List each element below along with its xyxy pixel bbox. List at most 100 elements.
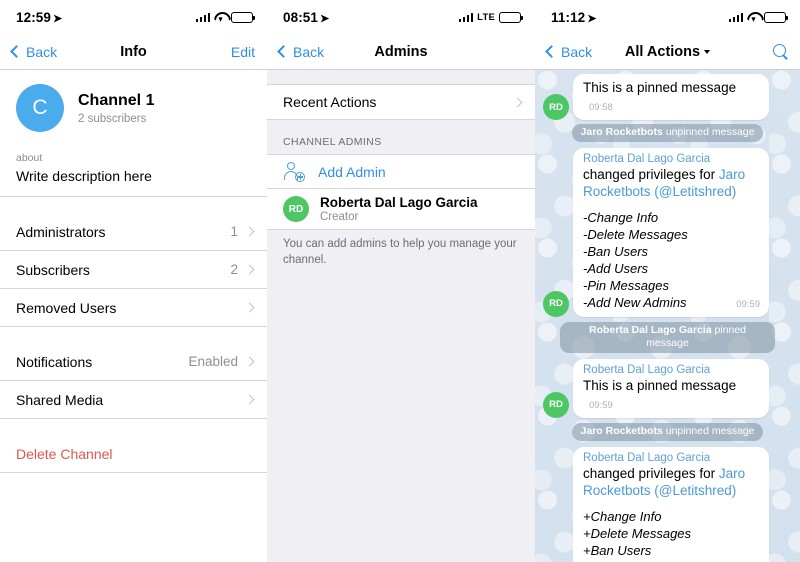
- message-row[interactable]: RD Roberta Dal Lago Garcia This is a pin…: [535, 358, 800, 418]
- list-item-admin[interactable]: RD Roberta Dal Lago Garcia Creator: [267, 188, 535, 229]
- sidebar-item-notifications[interactable]: Notifications Enabled: [0, 343, 267, 381]
- signal-bars-icon: [458, 12, 474, 22]
- message-link[interactable]: Jaro Rocketbots (@Letitshred): [583, 466, 745, 498]
- wifi-icon: [747, 12, 760, 22]
- signal-bars-icon: [728, 12, 743, 22]
- spacer: [267, 70, 535, 84]
- signal-bars-icon: [195, 12, 210, 22]
- message-row[interactable]: RD This is a pinned message 09:58: [535, 74, 800, 120]
- service-actor: Jaro Rocketbots: [580, 424, 663, 437]
- sidebar-item-removed-users[interactable]: Removed Users: [0, 289, 267, 327]
- message-time: 09:58: [589, 102, 613, 113]
- chevron-left-icon: [545, 45, 558, 58]
- avatar-initials: RD: [549, 101, 563, 113]
- nav-bar-1: Back Info Edit: [0, 34, 267, 70]
- message-author: Roberta Dal Lago Garcia: [583, 451, 711, 464]
- chevron-right-icon: [244, 302, 255, 313]
- avatar-initials: RD: [549, 399, 563, 411]
- privilege-item: -Delete Messages: [583, 226, 688, 242]
- service-actor: Jaro Rocketbots: [580, 126, 663, 138]
- privileges-list: +Change Info +Delete Messages +Ban Users…: [583, 508, 760, 562]
- message-text: changed privileges for Jaro Rocketbots (…: [583, 465, 746, 498]
- privilege-item: -Pin Messages: [583, 278, 669, 294]
- channel-profile[interactable]: C Channel 1 2 subscribers: [0, 70, 267, 148]
- row-accessory: 2: [230, 262, 255, 277]
- status-time: 12:59 ➤: [16, 10, 62, 25]
- chevron-left-icon: [277, 45, 290, 58]
- privilege-item: -Add Users: [583, 261, 649, 277]
- avatar: RD: [543, 94, 569, 120]
- message-text: This is a pinned message: [583, 80, 737, 95]
- sidebar-item-shared-media[interactable]: Shared Media: [0, 381, 267, 419]
- avatar: RD: [543, 391, 569, 418]
- add-admin-icon: [283, 161, 305, 182]
- back-button-1[interactable]: Back: [10, 43, 58, 60]
- row-accessory: [244, 302, 255, 313]
- message-link[interactable]: Jaro Rocketbots (@Letitshred): [583, 167, 745, 199]
- avatar-initials: RD: [549, 298, 563, 310]
- row-label: Administrators: [16, 223, 106, 240]
- message-author: Roberta Dal Lago Garcia: [583, 152, 711, 165]
- admin-role: Creator: [320, 211, 359, 223]
- back-label: Back: [561, 43, 593, 60]
- nav-bar-2: Back Admins: [267, 34, 535, 70]
- wifi-icon: [214, 12, 227, 22]
- search-icon: [773, 44, 788, 59]
- row-accessory: 1: [230, 224, 255, 239]
- subscriber-count: 2 subscribers: [78, 112, 147, 125]
- chevron-right-icon: [244, 264, 255, 275]
- avatar: C: [16, 84, 64, 132]
- search-button[interactable]: [773, 44, 788, 59]
- row-label: Removed Users: [16, 299, 117, 316]
- chevron-down-icon: [704, 49, 711, 54]
- chevron-right-icon: [244, 394, 255, 405]
- message-time: 09:59: [736, 299, 760, 311]
- avatar-initial: C: [32, 96, 48, 119]
- service-message: Roberta Dal Lago Garcia pinned message: [560, 321, 775, 353]
- message-bubble[interactable]: Roberta Dal Lago Garcia This is a pinned…: [573, 358, 769, 418]
- service-actor: Roberta Dal Lago Garcia: [589, 323, 712, 336]
- back-button-3[interactable]: Back: [545, 43, 593, 60]
- message-bubble[interactable]: Roberta Dal Lago Garcia changed privileg…: [573, 147, 769, 317]
- message-text: This is a pinned message: [583, 377, 737, 393]
- service-message-row: Jaro Rocketbots unpinned message: [535, 124, 800, 142]
- edit-button[interactable]: Edit: [231, 44, 255, 60]
- privilege-item: -Ban Users: [583, 243, 649, 259]
- location-arrow-icon: ➤: [53, 12, 63, 25]
- privileges-list: -Change Info -Delete Messages -Ban Users…: [583, 209, 760, 312]
- add-admin-button[interactable]: Add Admin: [267, 154, 535, 188]
- sidebar-item-administrators[interactable]: Administrators 1: [0, 213, 267, 251]
- delete-channel-button[interactable]: Delete Channel: [0, 435, 267, 473]
- message-row[interactable]: RD Roberta Dal Lago Garcia changed privi…: [535, 147, 800, 317]
- message-bubble[interactable]: Roberta Dal Lago Garcia changed privileg…: [573, 446, 769, 562]
- back-label: Back: [293, 43, 325, 60]
- status-bar-1: 12:59 ➤: [0, 0, 267, 34]
- back-label: Back: [26, 43, 58, 60]
- battery-icon: [231, 11, 255, 23]
- message-row[interactable]: RD Roberta Dal Lago Garcia changed privi…: [535, 446, 800, 562]
- page-title-text: All Actions: [624, 43, 701, 60]
- profile-text: Channel 1 2 subscribers: [78, 92, 154, 125]
- sidebar-item-recent-actions[interactable]: Recent Actions: [267, 84, 535, 120]
- row-accessory: Enabled: [188, 354, 255, 369]
- chevron-left-icon: [10, 45, 23, 58]
- about-section[interactable]: about Write description here: [0, 148, 267, 196]
- sidebar-item-subscribers[interactable]: Subscribers 2: [0, 251, 267, 289]
- message-author: Roberta Dal Lago Garcia: [583, 363, 711, 376]
- avatar: RD: [283, 196, 309, 222]
- admins-footer-note: You can add admins to help you manage yo…: [267, 229, 535, 279]
- empty-area: [267, 278, 535, 562]
- privilege-item: -Change Info: [583, 209, 659, 225]
- avatar: RD: [543, 290, 569, 317]
- status-indicators: [728, 11, 788, 23]
- row-label: Recent Actions: [283, 94, 377, 110]
- chat-log[interactable]: RD This is a pinned message 09:58 Jaro Ro…: [535, 70, 800, 562]
- panel-channel-info: 12:59 ➤ Back Info Edit C Channel 1 2 subs…: [0, 0, 267, 562]
- back-button-2[interactable]: Back: [277, 43, 325, 60]
- status-time: 11:12 ➤: [551, 10, 597, 25]
- service-message: Jaro Rocketbots unpinned message: [571, 422, 764, 441]
- spacer: [0, 327, 267, 343]
- message-bubble[interactable]: This is a pinned message 09:58: [573, 74, 769, 120]
- service-message-row: Roberta Dal Lago Garcia pinned message: [535, 321, 800, 353]
- privilege-item: +Change Info: [583, 508, 662, 524]
